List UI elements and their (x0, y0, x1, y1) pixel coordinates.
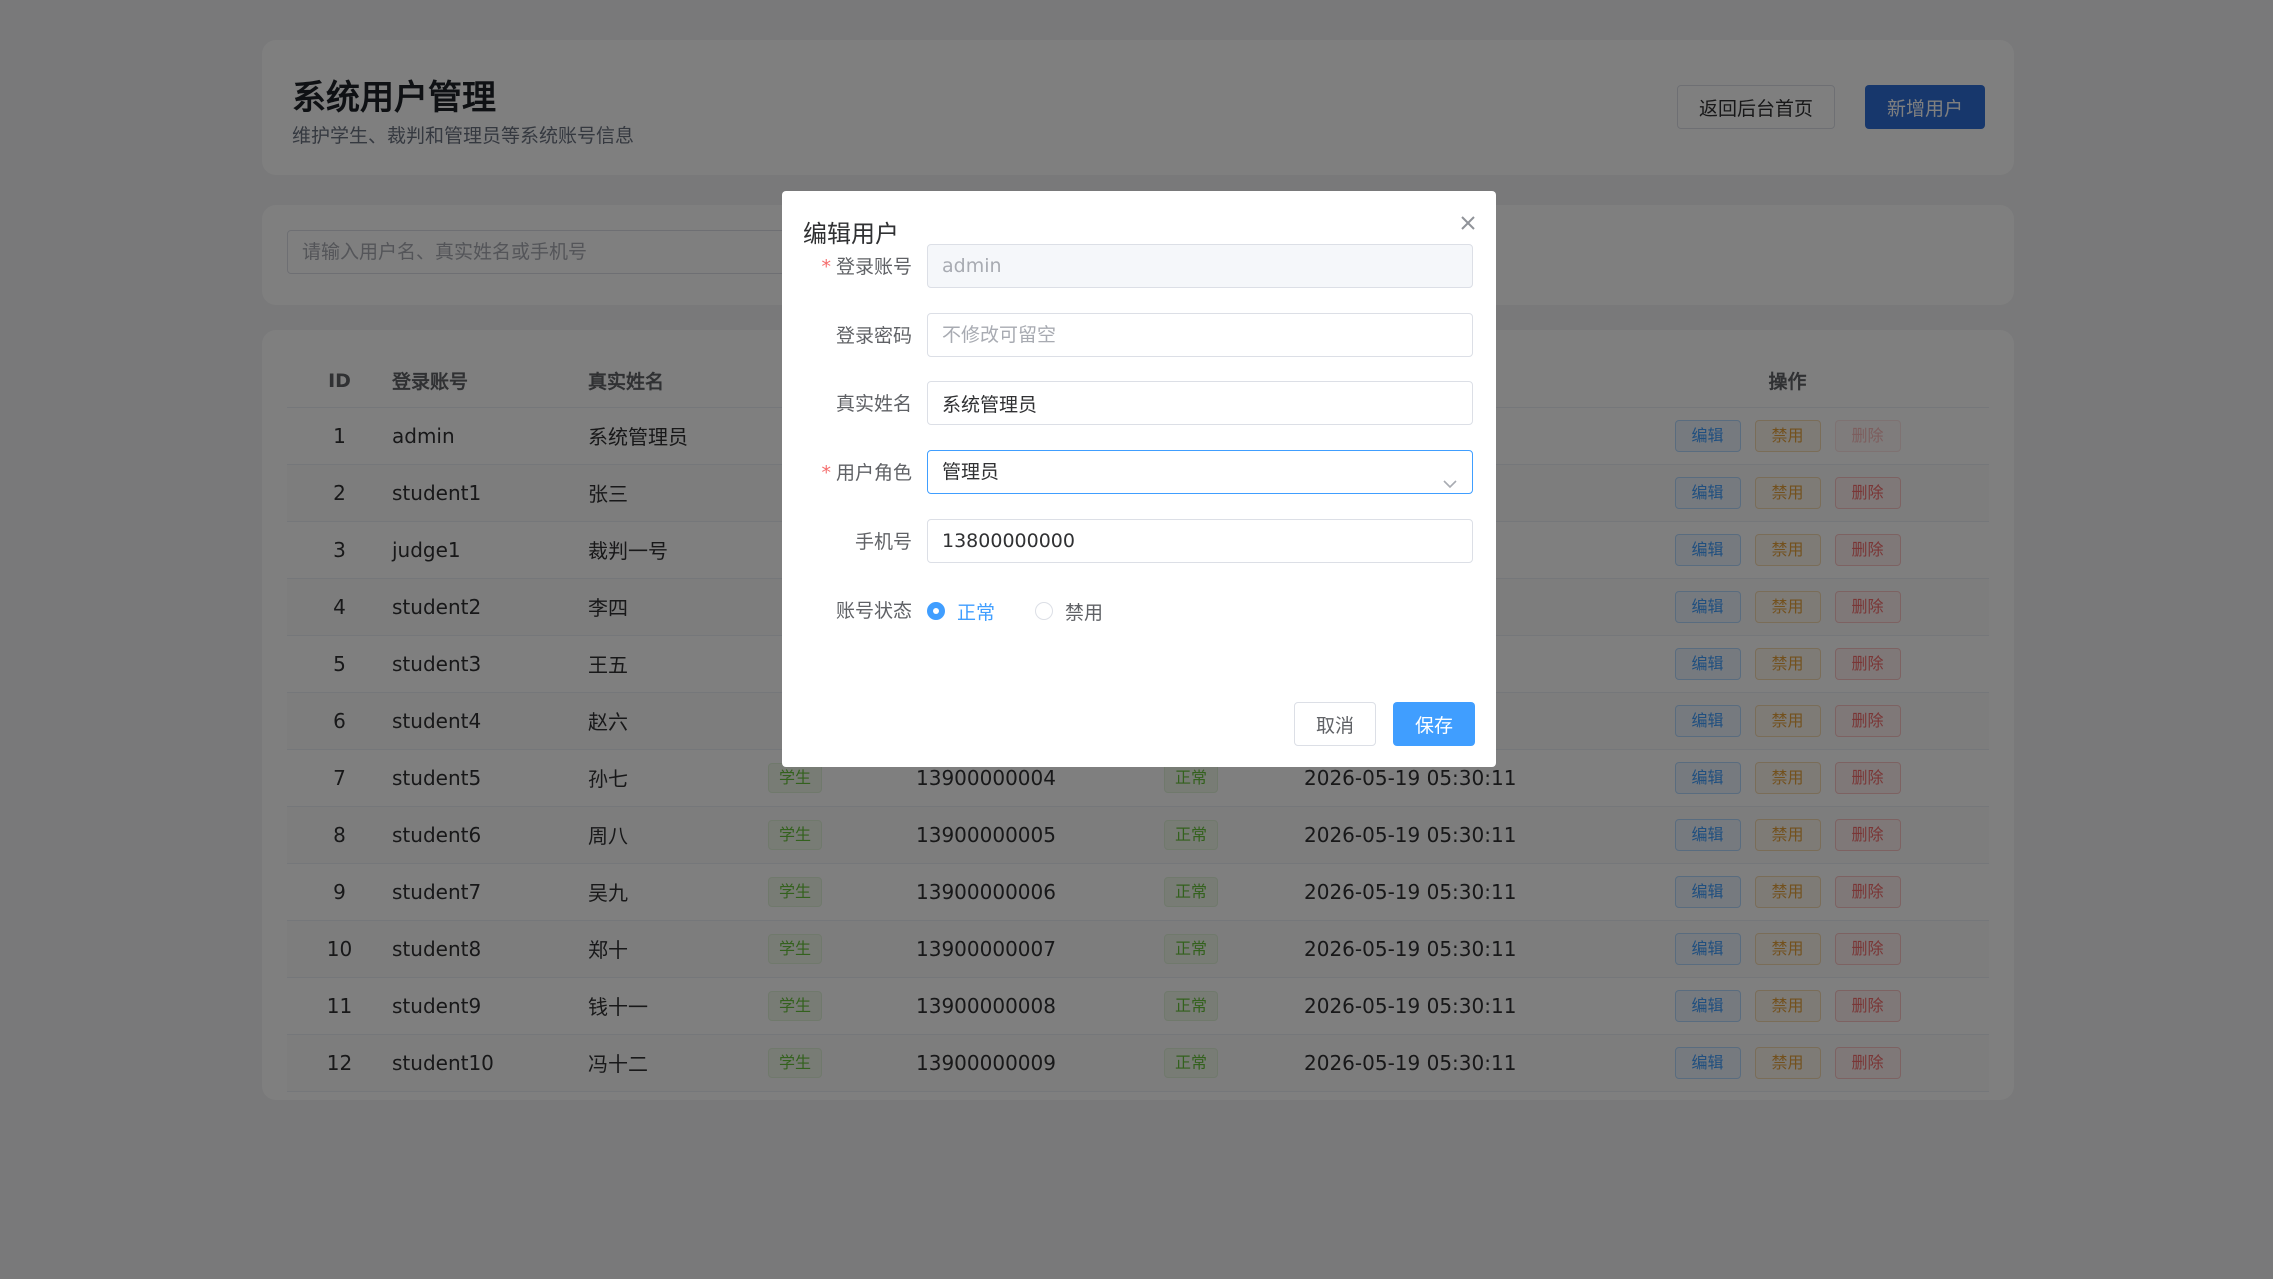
required-mark: * (821, 462, 831, 484)
status-radio-group: 正常 禁用 (927, 588, 1143, 634)
form-row-status: 账号状态 正常 禁用 (782, 588, 1496, 634)
username-field (927, 244, 1473, 288)
form-row-phone: 手机号 (782, 519, 1496, 565)
radio-unchecked-icon (1035, 602, 1054, 620)
edit-user-dialog: 编辑用户 *登录账号 登录密码 真实姓名 *用户角色 管理员 (782, 191, 1496, 767)
role-select-value: 管理员 (942, 461, 1000, 483)
form-row-role: * 用户角色 管理员 (782, 450, 1496, 496)
phone-label: 手机号 (854, 531, 912, 553)
save-button[interactable]: 保存 (1393, 702, 1475, 746)
form-row-password: 登录密码 (782, 313, 1496, 359)
status-radio-disabled[interactable]: 禁用 (1035, 598, 1103, 625)
user-management-page: 系统用户管理 维护学生、裁判和管理员等系统账号信息 返回后台首页 新增用户 ID… (0, 0, 2273, 1279)
chevron-down-icon (1442, 465, 1458, 489)
realname-label: 真实姓名 (835, 393, 912, 415)
form-row-username: * 登录账号 (782, 244, 1496, 290)
status-label: 账号状态 (835, 600, 912, 622)
role-label: * 用户角色 (821, 462, 912, 484)
password-label: 登录密码 (835, 325, 912, 347)
status-normal-label: 正常 (957, 601, 996, 624)
password-field[interactable] (927, 313, 1473, 357)
status-disabled-label: 禁用 (1065, 601, 1104, 624)
status-radio-normal[interactable]: 正常 (927, 598, 995, 625)
role-select[interactable]: 管理员 (927, 450, 1473, 494)
close-icon[interactable] (1454, 209, 1482, 237)
cancel-button[interactable]: 取消 (1294, 702, 1376, 746)
username-label: * 登录账号 (821, 256, 912, 278)
form-row-realname: 真实姓名 (782, 381, 1496, 427)
phone-field[interactable] (927, 519, 1473, 563)
realname-field[interactable] (927, 381, 1473, 425)
radio-checked-icon (927, 602, 945, 620)
required-mark: * (821, 256, 831, 278)
